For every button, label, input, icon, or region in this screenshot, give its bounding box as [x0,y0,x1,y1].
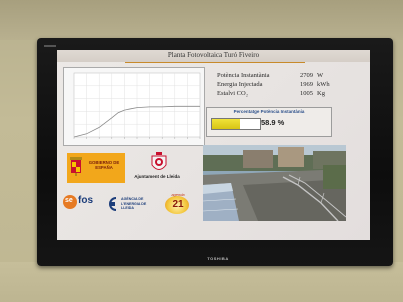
percentage-value: 58.9 % [261,118,285,127]
title-underline [125,62,305,63]
percentage-title: Percentatge Potència Instantània [233,109,305,114]
power-chart-svg [73,72,201,139]
tv-brand: TOSHIBA [207,256,229,261]
metric-value: 1005 [300,90,313,97]
metric-unit: Kg [317,90,325,97]
metric-unit: kWh [317,81,330,88]
percentage-bar [211,118,261,130]
sefos-logo: se fos [63,195,103,211]
metric-value: 2709 [300,72,313,79]
spain-logo-text: GOBIERNO DE ESPAÑA [88,160,120,170]
energy-agency-icon [109,197,117,211]
sefos-prefix: se [65,197,73,204]
agenda21-word: agenda [171,192,185,197]
tv-screen: Planta Fotovoltaica Turó Fiveiro Potènci… [57,50,370,240]
rooftop-photo [203,145,346,221]
energy-agency-logo: AGÈNCIA DE L'ENERGIA DE LLEIDA [107,195,155,215]
percentage-box: Percentatge Potència Instantània 58.9 % [206,107,332,137]
sefos-badge: se [63,195,77,209]
metric-label: Estalvi CO₂ [217,90,248,97]
agenda21-number: 21 [172,199,184,210]
metric-label: Potència Instantània [217,72,270,79]
metrics-panel: Potència Instantània 2709 W Energia Inje… [217,72,367,99]
tv-indicator [44,45,56,47]
lleida-crest-icon [151,152,167,170]
floor-background [0,262,403,302]
metric-row-co2: Estalvi CO₂ 1005 Kg [217,90,367,99]
metric-row-energy: Energia Injectada 1969 kWh [217,81,367,90]
coat-of-arms-icon [70,157,82,176]
spain-government-logo: GOBIERNO DE ESPAÑA [67,153,125,183]
title-bar: Planta Fotovoltaica Turó Fiveiro [57,50,370,62]
sefos-suffix: fos [78,195,93,206]
power-chart [63,67,205,146]
page-title: Planta Fotovoltaica Turó Fiveiro [167,51,260,59]
agenda21-logo: agenda 21 [163,192,193,216]
metric-label: Energia Injectada [217,81,263,88]
percentage-bar-fill [212,119,241,129]
wall-background [0,0,403,40]
lleida-logo-text: Ajuntament de Lleida [134,174,180,179]
metric-value: 1969 [300,81,313,88]
energy-agency-text: AGÈNCIA DE L'ENERGIA DE LLEIDA [121,197,147,210]
metric-row-power: Potència Instantània 2709 W [217,72,367,81]
metric-unit: W [317,72,324,79]
